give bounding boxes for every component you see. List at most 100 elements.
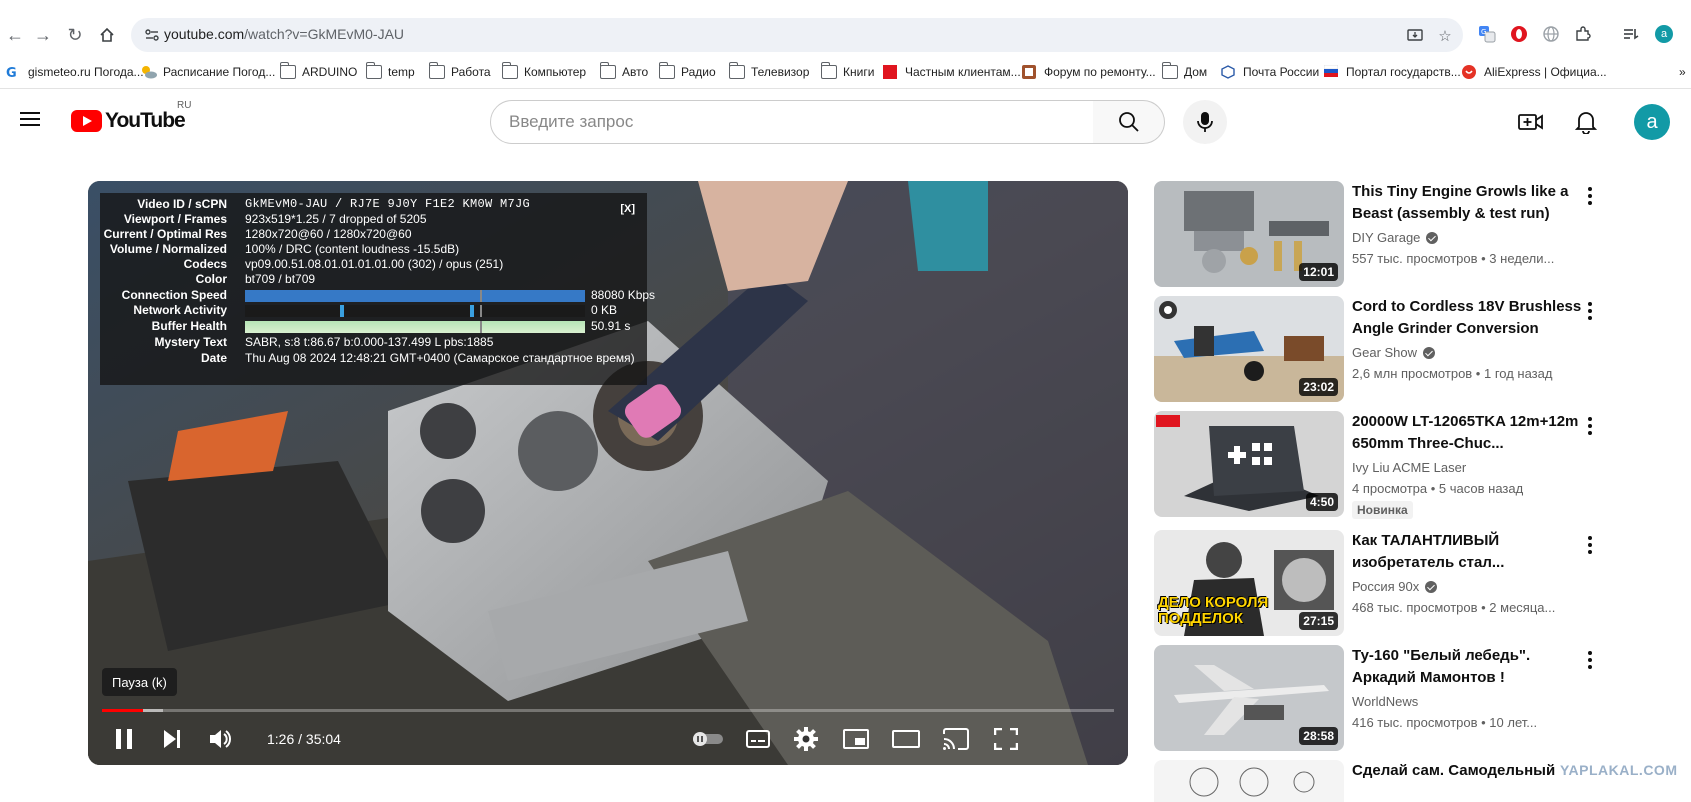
search-box[interactable]	[490, 100, 1094, 144]
pause-icon	[116, 729, 132, 749]
bookmark-item[interactable]: AliExpress | Официа...	[1462, 63, 1607, 81]
video-thumbnail[interactable]: 4:50	[1154, 411, 1344, 517]
bookmark-folder[interactable]: Радио	[658, 62, 716, 81]
notifications-button[interactable]	[1566, 102, 1606, 142]
settings-button[interactable]	[788, 721, 824, 757]
pause-button[interactable]	[106, 721, 142, 757]
bookmark-item[interactable]: Портал государств...	[1323, 63, 1461, 81]
video-title[interactable]: Cord to Cordless 18V Brushless Angle Gri…	[1352, 296, 1582, 340]
volume-button[interactable]	[202, 721, 238, 757]
menu-icon[interactable]	[18, 108, 42, 132]
more-actions-icon[interactable]	[1588, 302, 1594, 322]
verified-badge-icon	[1423, 346, 1436, 359]
autoplay-toggle[interactable]	[690, 721, 726, 757]
site-info-icon[interactable]	[143, 26, 161, 44]
recommendation-item[interactable]: ДЕЛО КОРОЛЯ ПОДДЕЛОК 27:15 Как ТАЛАНТЛИВ…	[1154, 530, 1684, 636]
channel-name[interactable]: Ivy Liu ACME Laser	[1352, 460, 1466, 475]
video-thumbnail[interactable]	[1154, 760, 1344, 802]
bookmark-folder[interactable]: temp	[365, 62, 415, 81]
channel-name[interactable]: DIY Garage	[1352, 230, 1439, 245]
cast-button[interactable]	[938, 721, 974, 757]
network-activity-graph	[245, 305, 585, 317]
video-duration: 4:50	[1305, 493, 1338, 511]
voice-search-button[interactable]	[1183, 100, 1227, 144]
extensions-puzzle-icon[interactable]	[1572, 23, 1594, 45]
account-avatar[interactable]: a	[1634, 104, 1670, 140]
bookmark-folder[interactable]: ARDUINO	[279, 62, 358, 81]
volume-icon	[210, 730, 231, 748]
search-input[interactable]	[509, 112, 1069, 132]
bookmark-star-icon[interactable]: ☆	[1434, 25, 1456, 47]
bookmark-label: temp	[388, 65, 415, 79]
channel-name[interactable]: WorldNews	[1352, 694, 1418, 709]
bookmark-folder[interactable]: Авто	[599, 62, 648, 81]
bookmark-item[interactable]: Частным клиентам...	[883, 63, 1021, 81]
connection-speed-graph	[245, 290, 585, 302]
progress-bar[interactable]	[102, 709, 1114, 712]
video-meta: 2,6 млн просмотров • 1 год назад	[1352, 366, 1553, 381]
globe-extension-icon[interactable]	[1540, 23, 1562, 45]
bookmark-label: Дом	[1184, 65, 1208, 79]
folder-icon	[428, 62, 445, 79]
back-icon[interactable]: ←	[0, 20, 30, 50]
theater-mode-button[interactable]	[888, 721, 924, 757]
miniplayer-button[interactable]	[838, 721, 874, 757]
reading-list-icon[interactable]	[1620, 23, 1642, 45]
video-thumbnail[interactable]: 23:02	[1154, 296, 1344, 402]
profile-avatar-icon[interactable]: a	[1653, 23, 1675, 45]
more-actions-icon[interactable]	[1588, 651, 1594, 671]
bookmark-item[interactable]: Почта России	[1221, 63, 1319, 81]
create-video-button[interactable]	[1511, 102, 1551, 142]
more-actions-icon[interactable]	[1588, 536, 1594, 556]
video-title[interactable]: Сделай сам. Самодельный	[1352, 760, 1582, 782]
bookmark-folder[interactable]: Книги	[820, 62, 874, 81]
translate-extension-icon[interactable]: G	[1476, 23, 1498, 45]
stats-row: Network Activity 0 KB	[133, 303, 618, 317]
opera-extension-icon[interactable]	[1508, 23, 1530, 45]
reload-icon[interactable]: ↻	[60, 20, 90, 50]
video-title[interactable]: This Tiny Engine Growls like a Beast (as…	[1352, 181, 1582, 225]
recommendation-item[interactable]: 28:58 Ту-160 "Белый лебедь". Аркадий Мам…	[1154, 645, 1684, 751]
video-title[interactable]: Ту-160 "Белый лебедь". Аркадий Мамонтов …	[1352, 645, 1582, 689]
fullscreen-button[interactable]	[988, 721, 1024, 757]
video-title[interactable]: 20000W LT-12065TKA 12m+12m 650mm Three-C…	[1352, 411, 1582, 455]
miniplayer-icon	[843, 729, 869, 749]
video-thumbnail[interactable]: 28:58	[1154, 645, 1344, 751]
bookmark-label: Почта России	[1243, 65, 1320, 79]
recommendation-item[interactable]: 12:01 This Tiny Engine Growls like a Bea…	[1154, 181, 1684, 287]
subtitles-button[interactable]	[740, 721, 776, 757]
recommendation-item[interactable]: 4:50 20000W LT-12065TKA 12m+12m 650mm Th…	[1154, 411, 1684, 519]
bookmark-item[interactable]: Расписание Погод...	[141, 63, 275, 81]
svg-text:G: G	[6, 66, 17, 79]
more-actions-icon[interactable]	[1588, 417, 1594, 437]
next-button[interactable]	[154, 721, 190, 757]
channel-name[interactable]: Gear Show	[1352, 345, 1436, 360]
bookmark-folder[interactable]: Работа	[428, 62, 491, 81]
address-bar[interactable]: youtube.com/watch?v=GkMEvM0-JAU ☆	[131, 18, 1463, 52]
forward-icon[interactable]: →	[28, 20, 58, 50]
stats-row: Current / Optimal Res 1280x720@60 / 1280x…	[103, 227, 412, 241]
channel-name[interactable]: Россия 90х	[1352, 579, 1438, 594]
watermark: YAPLAKAL.COM	[1560, 762, 1678, 778]
folder-icon	[1161, 62, 1178, 79]
recommendation-item[interactable]: 23:02 Cord to Cordless 18V Brushless Ang…	[1154, 296, 1684, 402]
install-app-icon[interactable]	[1404, 25, 1426, 47]
video-thumbnail[interactable]: ДЕЛО КОРОЛЯ ПОДДЕЛОК 27:15	[1154, 530, 1344, 636]
bookmark-label: Телевизор	[751, 65, 810, 79]
video-thumbnail[interactable]: 12:01	[1154, 181, 1344, 287]
bookmark-item[interactable]: Форум по ремонту...	[1022, 63, 1156, 81]
bookmark-folder[interactable]: Компьютер	[501, 62, 586, 81]
bookmark-label: ARDUINO	[302, 65, 358, 79]
home-icon[interactable]	[92, 20, 122, 50]
youtube-logo[interactable]: YouTube RU	[71, 100, 191, 132]
search-button[interactable]	[1093, 100, 1165, 144]
video-title[interactable]: Как ТАЛАНТЛИВЫЙ изобретатель стал...	[1352, 530, 1582, 574]
video-meta: 557 тыс. просмотров • 3 недели...	[1352, 251, 1555, 266]
bookmarks-overflow-icon[interactable]: »	[1679, 63, 1686, 81]
bookmark-folder[interactable]: Телевизор	[728, 62, 810, 81]
bookmark-item[interactable]: Ggismeteo.ru Погода...	[6, 63, 144, 81]
url-text[interactable]: youtube.com/watch?v=GkMEvM0-JAU	[164, 26, 404, 42]
bookmark-folder[interactable]: Дом	[1161, 62, 1208, 81]
more-actions-icon[interactable]	[1588, 187, 1594, 207]
video-player[interactable]: [X] Video ID / sCPN GkMEvM0-JAU / RJ7E 9J…	[88, 181, 1128, 765]
